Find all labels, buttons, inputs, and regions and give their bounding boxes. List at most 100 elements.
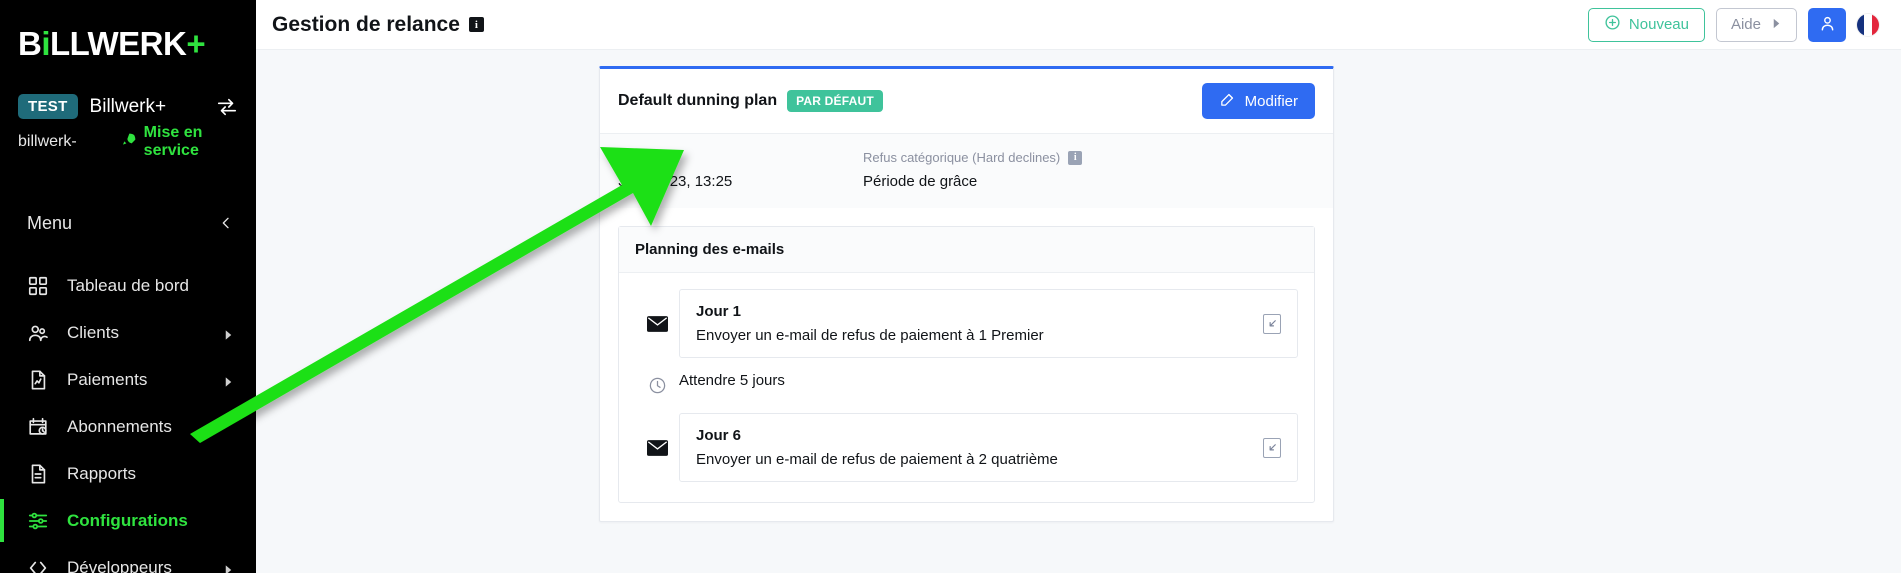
modifier-button[interactable]: Modifier bbox=[1201, 83, 1315, 119]
sidebar-nav: Tableau de bord Clients Paiements Abonne… bbox=[0, 262, 256, 573]
environment-badge: TEST bbox=[18, 94, 78, 119]
meta-value: 31 July 23, 13:25 bbox=[618, 173, 733, 190]
top-bar: Gestion de relance i Nouveau Aide bbox=[256, 0, 1901, 50]
caret-right-icon bbox=[223, 327, 234, 340]
logo-text-i: i bbox=[41, 25, 51, 62]
sidebar-item-configurations[interactable]: Configurations bbox=[0, 497, 256, 544]
sidebar-item-label: Clients bbox=[67, 322, 119, 342]
sidebar-item-paiements[interactable]: Paiements bbox=[0, 356, 256, 403]
clock-icon bbox=[647, 358, 667, 413]
meta-label: Refus catégorique (Hard declines) bbox=[863, 150, 1061, 165]
app-root: BiLLWERK+ TEST Billwerk+ billwerk- Mise … bbox=[0, 0, 1901, 573]
meta-item-hard-declines: Refus catégorique (Hard declines) i Péri… bbox=[863, 150, 1083, 190]
timeline-gutter bbox=[635, 413, 679, 482]
aide-button[interactable]: Aide bbox=[1715, 7, 1797, 42]
timeline-step-email: Jour 6 Envoyer un e-mail de refus de pai… bbox=[635, 413, 1298, 482]
tenant-switcher[interactable]: TEST Billwerk+ billwerk- Mise en service bbox=[0, 94, 256, 160]
meta-item-creer: Créer 31 July 23, 13:25 bbox=[618, 150, 863, 190]
swap-horizontal-icon[interactable] bbox=[216, 96, 238, 118]
arrow-down-left-icon[interactable] bbox=[1263, 437, 1281, 458]
email-step-day: Jour 1 bbox=[696, 303, 742, 320]
email-step-description: Envoyer un e-mail de refus de paiement à… bbox=[696, 451, 1058, 468]
menu-label: Menu bbox=[27, 212, 73, 233]
brand-logo[interactable]: BiLLWERK+ bbox=[0, 0, 256, 86]
sidebar-item-abonnements[interactable]: Abonnements bbox=[0, 403, 256, 450]
meta-label-row: Refus catégorique (Hard declines) i bbox=[863, 150, 1083, 165]
user-account-button[interactable] bbox=[1808, 7, 1846, 42]
email-step-texts: Jour 1 Envoyer un e-mail de refus de pai… bbox=[696, 303, 1263, 344]
rocket-icon bbox=[121, 132, 137, 153]
content-area: Default dunning plan PAR DÉFAUT Modifier… bbox=[256, 50, 1901, 573]
meta-value: Période de grâce bbox=[863, 173, 978, 190]
topbar-actions: Nouveau Aide bbox=[1587, 7, 1879, 42]
sidebar-item-clients[interactable]: Clients bbox=[0, 309, 256, 356]
caret-right-icon bbox=[223, 374, 234, 387]
user-account-icon bbox=[1818, 14, 1837, 36]
card-header: Default dunning plan PAR DÉFAUT Modifier bbox=[600, 69, 1333, 133]
menu-header: Menu bbox=[0, 200, 256, 246]
envelope-icon bbox=[646, 413, 668, 482]
envelope-icon bbox=[646, 289, 668, 358]
document-icon bbox=[27, 463, 49, 485]
tenant-slug: billwerk- bbox=[18, 133, 77, 150]
nouveau-button[interactable]: Nouveau bbox=[1587, 7, 1705, 42]
logo-text-b: B bbox=[18, 25, 42, 62]
wait-step-text: Attendre 5 jours bbox=[679, 372, 785, 389]
timeline-body: Jour 6 Envoyer un e-mail de refus de pai… bbox=[679, 413, 1298, 482]
email-step-description: Envoyer un e-mail de refus de paiement à… bbox=[696, 327, 1044, 344]
sidebar-item-developpeurs[interactable]: Développeurs bbox=[0, 544, 256, 573]
tenant-status-label: Mise en service bbox=[143, 124, 203, 159]
dashboard-grid-icon bbox=[27, 275, 49, 297]
modifier-label: Modifier bbox=[1244, 92, 1298, 110]
info-icon[interactable]: i bbox=[468, 17, 484, 32]
sidebar-item-rapports[interactable]: Rapports bbox=[0, 450, 256, 497]
logo-text-mid: LLWERK bbox=[50, 25, 187, 62]
meta-label: Créer bbox=[618, 150, 651, 165]
timeline-gutter bbox=[635, 289, 679, 358]
email-step-box[interactable]: Jour 1 Envoyer un e-mail de refus de pai… bbox=[679, 289, 1298, 358]
sliders-icon bbox=[27, 510, 49, 532]
invoice-icon bbox=[27, 369, 49, 391]
aide-label: Aide bbox=[1730, 16, 1761, 33]
tenant-name: Billwerk+ bbox=[89, 95, 167, 117]
logo-text-plus: + bbox=[186, 25, 206, 62]
email-step-day: Jour 6 bbox=[696, 427, 742, 444]
email-planning-card: Planning des e-mails Jour 1 Envoyer un e… bbox=[618, 226, 1315, 503]
status-badge: PAR DÉFAUT bbox=[787, 90, 883, 112]
plus-circle-icon bbox=[1604, 14, 1621, 35]
arrow-down-left-icon[interactable] bbox=[1263, 313, 1281, 334]
edit-pencil-icon bbox=[1219, 91, 1236, 112]
timeline-gutter bbox=[635, 358, 679, 413]
info-glyph: i bbox=[474, 18, 478, 31]
sidebar: BiLLWERK+ TEST Billwerk+ billwerk- Mise … bbox=[0, 0, 256, 573]
calendar-clock-icon bbox=[27, 416, 49, 438]
nouveau-label: Nouveau bbox=[1628, 16, 1689, 33]
timeline-step-email: Jour 1 Envoyer un e-mail de refus de pai… bbox=[635, 289, 1298, 358]
sidebar-item-label: Développeurs bbox=[67, 557, 172, 573]
timeline-body: Jour 1 Envoyer un e-mail de refus de pai… bbox=[679, 289, 1298, 358]
email-step-texts: Jour 6 Envoyer un e-mail de refus de pai… bbox=[696, 427, 1263, 468]
email-planning-title: Planning des e-mails bbox=[619, 227, 1314, 273]
sidebar-item-label: Tableau de bord bbox=[67, 275, 189, 295]
info-glyph: i bbox=[1073, 152, 1077, 163]
sidebar-item-label: Rapports bbox=[67, 463, 136, 483]
main-area: Gestion de relance i Nouveau Aide Defaul… bbox=[256, 0, 1901, 573]
page-title: Gestion de relance i bbox=[272, 13, 484, 37]
dunning-plan-card: Default dunning plan PAR DÉFAUT Modifier… bbox=[599, 66, 1334, 522]
page-title-text: Gestion de relance bbox=[272, 12, 460, 36]
timeline-body: Attendre 5 jours bbox=[679, 358, 1298, 413]
card-title: Default dunning plan bbox=[618, 92, 778, 109]
chevron-left-icon[interactable] bbox=[218, 215, 234, 231]
email-timeline: Jour 1 Envoyer un e-mail de refus de pai… bbox=[619, 273, 1314, 502]
caret-right-icon bbox=[223, 562, 234, 573]
flag-france-icon[interactable] bbox=[1857, 13, 1879, 36]
sidebar-item-label: Configurations bbox=[67, 510, 188, 530]
card-meta-row: Créer 31 July 23, 13:25 Refus catégoriqu… bbox=[600, 133, 1333, 208]
sidebar-item-tableau-de-bord[interactable]: Tableau de bord bbox=[0, 262, 256, 309]
users-icon bbox=[27, 322, 49, 344]
info-icon[interactable]: i bbox=[1068, 150, 1083, 165]
email-step-box[interactable]: Jour 6 Envoyer un e-mail de refus de pai… bbox=[679, 413, 1298, 482]
code-brackets-icon bbox=[27, 557, 49, 573]
sidebar-item-label: Paiements bbox=[67, 369, 148, 389]
caret-right-icon bbox=[1771, 16, 1782, 33]
